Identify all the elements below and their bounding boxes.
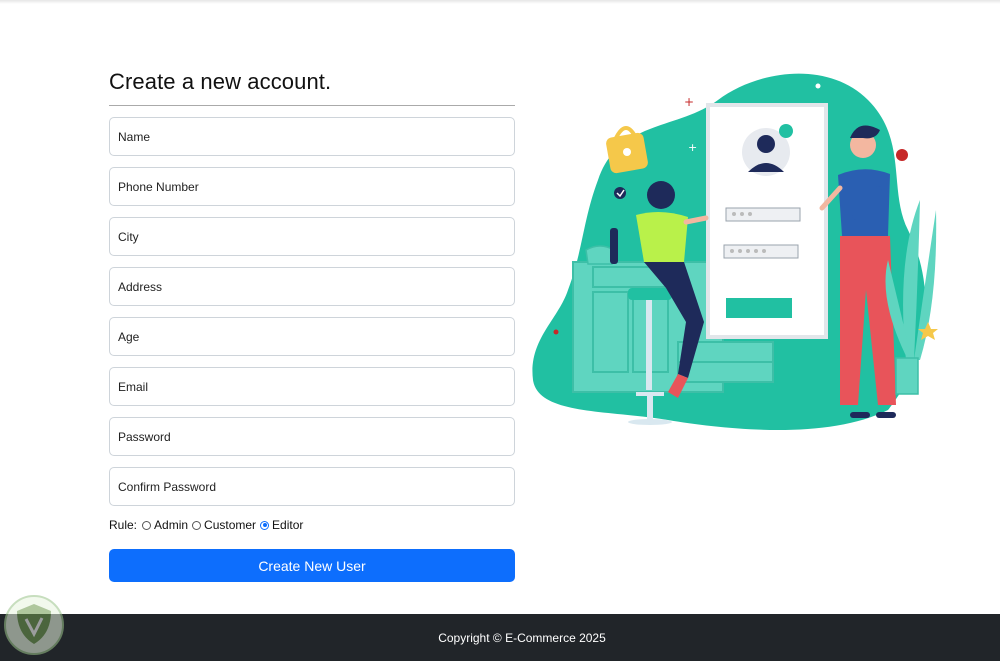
phone-number-input[interactable] [109, 167, 515, 206]
svg-text:+: + [684, 95, 694, 109]
svg-text:+: + [688, 141, 697, 154]
password-input[interactable] [109, 417, 515, 456]
top-shadow [0, 0, 1000, 4]
page-footer: Copyright © E-Commerce 2025 [0, 614, 1000, 661]
signup-form: Create a new account. Rule: Admin Custom… [109, 66, 515, 582]
age-input[interactable] [109, 317, 515, 356]
rule-label: Rule: [109, 518, 138, 532]
footer-copyright: Copyright © E-Commerce 2025 [438, 630, 606, 645]
radio-admin-label[interactable]: Admin [154, 518, 188, 532]
city-input[interactable] [109, 217, 515, 256]
rule-radio-group: Rule: Admin Customer Editor [109, 517, 515, 533]
vase-shape [585, 245, 615, 265]
radio-editor-label[interactable]: Editor [272, 518, 303, 532]
radio-customer[interactable] [192, 520, 202, 530]
woman-head-shape [647, 181, 675, 209]
page-title: Create a new account. [109, 69, 332, 94]
radio-editor[interactable] [260, 520, 270, 530]
account-signup-illustration: + + [532, 73, 938, 431]
shield-watermark-icon [4, 595, 64, 655]
login-button-shape [726, 298, 792, 318]
address-input[interactable] [109, 267, 515, 306]
title-divider [109, 105, 515, 106]
create-new-user-button[interactable]: Create New User [109, 549, 515, 582]
woman-shirt-shape [636, 211, 688, 262]
confirm-password-input[interactable] [109, 467, 515, 506]
username-field-shape [725, 207, 801, 222]
name-input[interactable] [109, 117, 515, 156]
password-field-shape [723, 244, 799, 259]
radio-customer-label[interactable]: Customer [204, 518, 256, 532]
radio-admin[interactable] [142, 520, 152, 530]
email-input[interactable] [109, 367, 515, 406]
